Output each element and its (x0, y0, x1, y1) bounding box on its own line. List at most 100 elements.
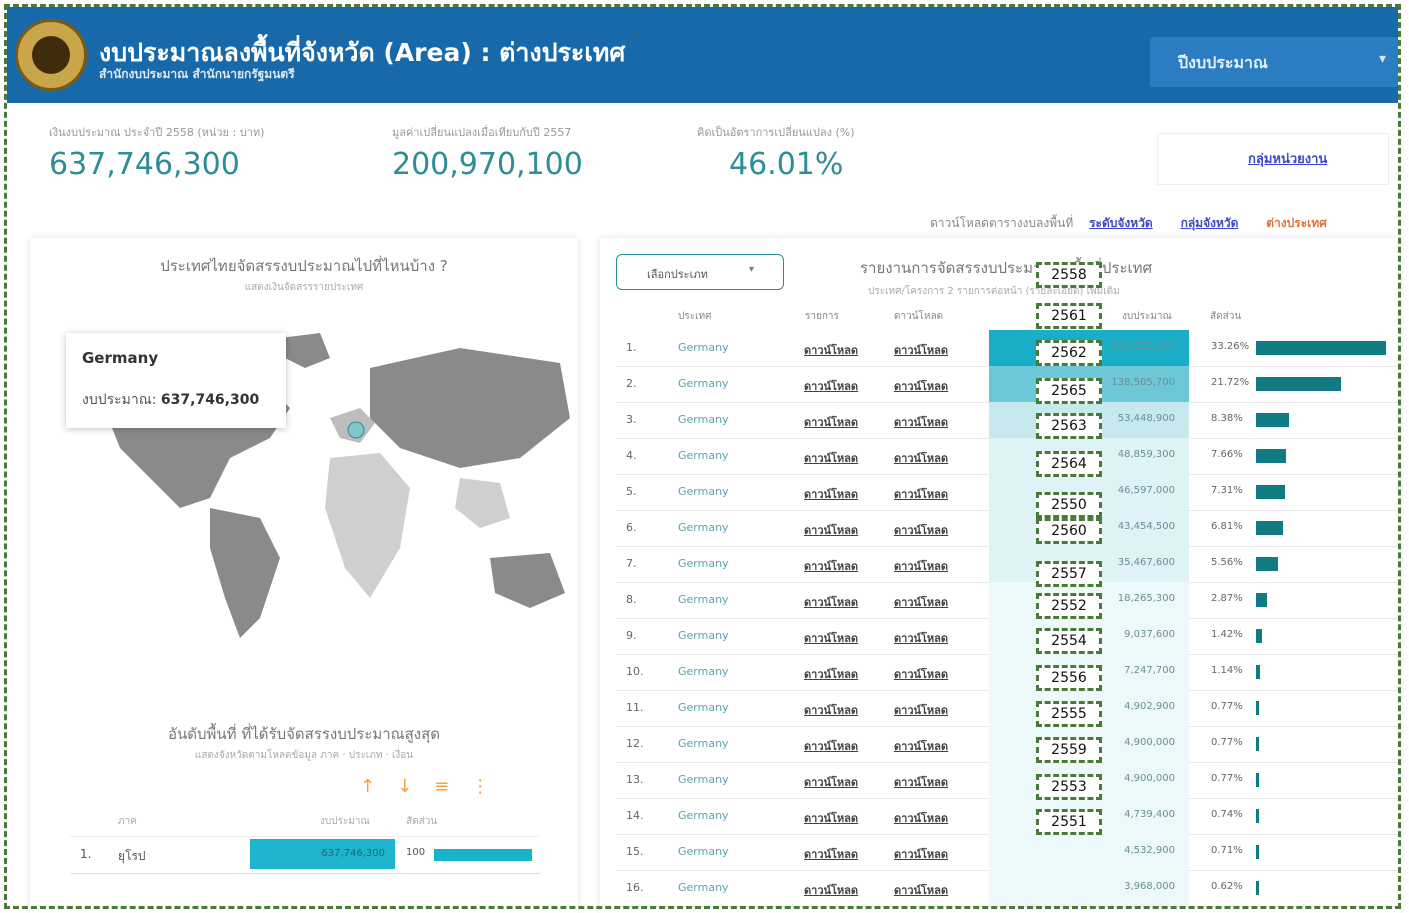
kpi-value: 200,970,100 (392, 147, 583, 182)
type-dropdown-label: เลือกประเภท (647, 268, 708, 281)
row-items-link[interactable]: ดาวน์โหลด (804, 521, 858, 539)
breadcrumb-link-province[interactable]: ระดับจังหวัด (1089, 216, 1153, 230)
row-download-link[interactable]: ดาวน์โหลด (894, 809, 948, 827)
sort-up-icon[interactable]: ↑ (360, 776, 397, 797)
row-download-link[interactable]: ดาวน์โหลด (894, 521, 948, 539)
row-items-link[interactable]: ดาวน์โหลด (804, 377, 858, 395)
row-budget: 53,448,900 (1117, 413, 1175, 424)
table-row[interactable]: 16. Germany ดาวน์โหลด ดาวน์โหลด 3,968,000 0.6… (616, 870, 1400, 907)
table-header-budget[interactable]: งบประมาณ (1122, 309, 1172, 324)
row-download-link[interactable]: ดาวน์โหลด (894, 665, 948, 683)
type-dropdown[interactable]: เลือกประเภท ▾ (616, 254, 784, 290)
page-subtitle: สำนักงบประมาณ สำนักนายกรัฐมนตรี (99, 67, 295, 81)
row-pct: 21.72% (1211, 377, 1250, 388)
filter-icon[interactable]: ≡ (434, 776, 471, 797)
row-pct: 1.42% (1211, 629, 1243, 640)
more-icon[interactable]: ⋮ (471, 776, 511, 797)
row-download-link[interactable]: ดาวน์โหลด (894, 485, 948, 503)
sort-down-icon[interactable]: ↓ (397, 776, 434, 797)
row-download-link[interactable]: ดาวน์โหลด (894, 557, 948, 575)
map-africa (325, 453, 410, 598)
table-header-items: รายการ (805, 311, 839, 322)
row-country: Germany (678, 737, 729, 750)
ranking-row[interactable]: 1. ยุโรป 637,746,300 100 (70, 836, 540, 874)
row-share-bar (1256, 557, 1278, 571)
table-row[interactable]: 4. Germany ดาวน์โหลด ดาวน์โหลด 48,859,300 7.6… (616, 438, 1400, 475)
row-items-link[interactable]: ดาวน์โหลด (804, 737, 858, 755)
table-row[interactable]: 9. Germany ดาวน์โหลด ดาวน์โหลด 9,037,600 1.42… (616, 618, 1400, 655)
row-items-link[interactable]: ดาวน์โหลด (804, 341, 858, 359)
row-budget: 4,532,900 (1124, 845, 1175, 856)
row-items-link[interactable]: ดาวน์โหลด (804, 593, 858, 611)
row-pct: 7.66% (1211, 449, 1243, 460)
row-pct: 0.74% (1211, 809, 1243, 820)
table-row[interactable]: 15. Germany ดาวน์โหลด ดาวน์โหลด 4,532,900 0.7… (616, 834, 1400, 871)
row-items-link[interactable]: ดาวน์โหลด (804, 413, 858, 431)
year-label: 2558 (1036, 262, 1102, 288)
row-share-bar (1256, 845, 1259, 859)
row-items-link[interactable]: ดาวน์โหลด (804, 629, 858, 647)
row-share-bar (1256, 593, 1267, 607)
row-download-link[interactable]: ดาวน์โหลด (894, 737, 948, 755)
row-share-bar (1256, 881, 1259, 895)
row-budget-cell: 4,532,900 (989, 834, 1189, 870)
table-row[interactable]: 6. Germany ดาวน์โหลด ดาวน์โหลด 43,454,500 6.8… (616, 510, 1400, 547)
map-southeast-asia (455, 478, 510, 528)
ranking-header-budget[interactable]: งบประมาณ (320, 814, 370, 829)
table-row[interactable]: 1. Germany ดาวน์โหลด ดาวน์โหลด 212,022,000 33… (616, 330, 1400, 367)
breadcrumb-link-group[interactable]: กลุ่มจังหวัด (1181, 216, 1239, 230)
app-header: งบประมาณลงพื้นที่จังหวัด (Area) : ต่างปร… (7, 7, 1398, 103)
table-row[interactable]: 10. Germany ดาวน์โหลด ดาวน์โหลด 7,247,700 1.1… (616, 654, 1400, 691)
row-download-link[interactable]: ดาวน์โหลด (894, 773, 948, 791)
row-items-link[interactable]: ดาวน์โหลด (804, 845, 858, 863)
kpi-change: มูลค่าเปลี่ยนแปลงเมื่อเทียบกับปี 2557 20… (392, 123, 583, 182)
row-items-link[interactable]: ดาวน์โหลด (804, 809, 858, 827)
ranking-no: 1. (80, 847, 92, 861)
year-label: 2565 (1036, 378, 1102, 404)
kpi-rate: คิดเป็นอัตราการเปลี่ยนแปลง (%) 46.01% (697, 123, 855, 182)
table-row[interactable]: 2. Germany ดาวน์โหลด ดาวน์โหลด 138,505,700 21… (616, 366, 1400, 403)
row-pct: 5.56% (1211, 557, 1243, 568)
year-label: 2559 (1036, 737, 1102, 763)
row-download-link[interactable]: ดาวน์โหลด (894, 845, 948, 863)
table-row[interactable]: 8. Germany ดาวน์โหลด ดาวน์โหลด 18,265,300 2.8… (616, 582, 1400, 619)
row-share-bar (1256, 665, 1260, 679)
row-download-link[interactable]: ดาวน์โหลด (894, 881, 948, 899)
table-row[interactable]: 5. Germany ดาวน์โหลด ดาวน์โหลด 46,597,000 7.3… (616, 474, 1400, 511)
row-items-link[interactable]: ดาวน์โหลด (804, 773, 858, 791)
row-country: Germany (678, 881, 729, 894)
table-row[interactable]: 11. Germany ดาวน์โหลด ดาวน์โหลด 4,902,900 0.7… (616, 690, 1400, 727)
tooltip-budget-value: 637,746,300 (160, 392, 260, 408)
table-row[interactable]: 12. Germany ดาวน์โหลด ดาวน์โหลด 4,900,000 0.7… (616, 726, 1400, 763)
table-row[interactable]: 7. Germany ดาวน์โหลด ดาวน์โหลด 35,467,600 5.5… (616, 546, 1400, 583)
row-download-link[interactable]: ดาวน์โหลด (894, 377, 948, 395)
row-items-link[interactable]: ดาวน์โหลด (804, 701, 858, 719)
row-download-link[interactable]: ดาวน์โหลด (894, 629, 948, 647)
table-row[interactable]: 13. Germany ดาวน์โหลด ดาวน์โหลด 4,900,000 0.7… (616, 762, 1400, 799)
row-no: 6. (626, 521, 637, 534)
row-no: 9. (626, 629, 637, 642)
table-row[interactable]: 14. Germany ดาวน์โหลด ดาวน์โหลด 4,739,400 0.7… (616, 798, 1400, 835)
ranking-share-bar (434, 849, 532, 861)
row-items-link[interactable]: ดาวน์โหลด (804, 557, 858, 575)
row-items-link[interactable]: ดาวน์โหลด (804, 485, 858, 503)
row-pct: 6.81% (1211, 521, 1243, 532)
group-link[interactable]: กลุ่มหน่วยงาน (1248, 148, 1327, 169)
row-share-bar (1256, 701, 1259, 715)
year-label: 2563 (1036, 413, 1102, 439)
row-no: 12. (626, 737, 644, 750)
row-download-link[interactable]: ดาวน์โหลด (894, 341, 948, 359)
row-download-link[interactable]: ดาวน์โหลด (894, 449, 948, 467)
row-download-link[interactable]: ดาวน์โหลด (894, 413, 948, 431)
row-download-link[interactable]: ดาวน์โหลด (894, 701, 948, 719)
row-items-link[interactable]: ดาวน์โหลด (804, 449, 858, 467)
year-label: 2552 (1036, 593, 1102, 619)
table-row[interactable]: 3. Germany ดาวน์โหลด ดาวน์โหลด 53,448,900 8.3… (616, 402, 1400, 439)
map-germany-highlight (347, 421, 365, 439)
row-items-link[interactable]: ดาวน์โหลด (804, 881, 858, 899)
breadcrumb-current[interactable]: ต่างประเทศ (1266, 216, 1327, 230)
row-download-link[interactable]: ดาวน์โหลด (894, 593, 948, 611)
breadcrumb-prefix: ดาวน์โหลดตารางงบลงพื้นที่ (930, 216, 1074, 230)
year-dropdown[interactable]: ปีงบประมาณ ▾ (1150, 37, 1398, 87)
row-items-link[interactable]: ดาวน์โหลด (804, 665, 858, 683)
